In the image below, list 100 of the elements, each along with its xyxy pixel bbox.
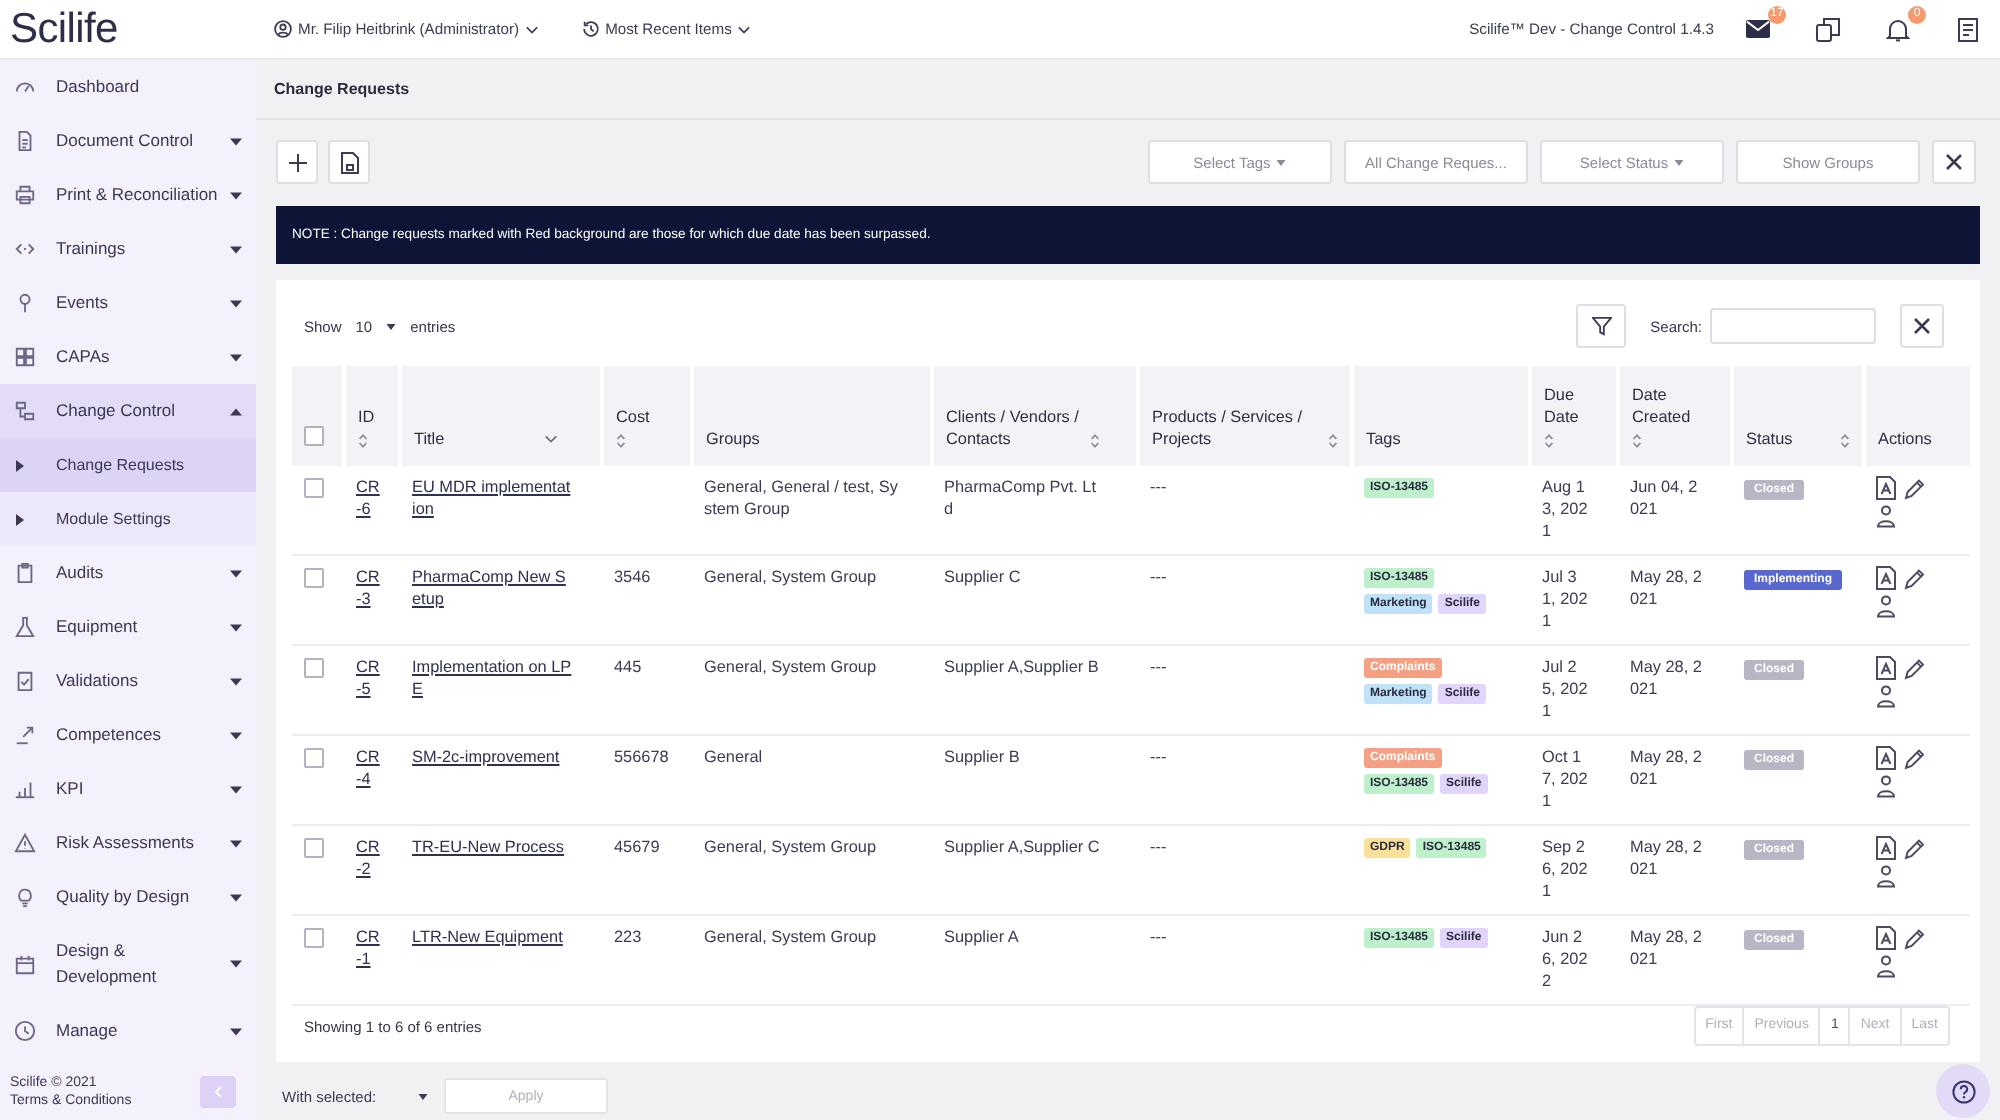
- sidebar-item[interactable]: Audits: [0, 546, 256, 600]
- document-icon[interactable]: [1876, 926, 1896, 950]
- due-date: Jul 25, 2021: [1542, 658, 1588, 720]
- sidebar-item[interactable]: Design & Development: [0, 924, 256, 1004]
- created-date: Jun 04, 2021: [1630, 478, 1698, 518]
- due-date: Oct 17, 2021: [1542, 748, 1588, 810]
- document-icon[interactable]: [1956, 17, 1980, 41]
- printer-icon: [14, 184, 36, 206]
- document-button[interactable]: [328, 140, 370, 184]
- title-link[interactable]: LTR-New Equipment: [412, 926, 572, 948]
- sidebar-item[interactable]: Manage: [0, 1004, 256, 1058]
- sidebar-item[interactable]: Risk Assessments: [0, 816, 256, 870]
- caret-down-icon: [1674, 159, 1685, 165]
- title-link[interactable]: EU MDR implementation: [412, 476, 572, 520]
- clients-value: Supplier A,Supplier C: [944, 838, 1100, 856]
- pencil-icon[interactable]: [1904, 836, 1924, 860]
- id-link[interactable]: CR-1: [356, 926, 382, 970]
- sort-icon[interactable]: [616, 432, 626, 450]
- document-icon[interactable]: [1876, 566, 1896, 590]
- sidebar-item[interactable]: Events: [0, 276, 256, 330]
- id-link[interactable]: CR-4: [356, 746, 382, 790]
- column-label: ID: [358, 406, 377, 428]
- sidebar-item[interactable]: Dashboard: [0, 60, 256, 114]
- title-link[interactable]: PharmaComp New Setup: [412, 566, 572, 610]
- caret-right-icon: [16, 459, 24, 471]
- sort-icon[interactable]: [358, 432, 368, 450]
- close-button[interactable]: [1932, 140, 1976, 184]
- pencil-icon[interactable]: [1904, 566, 1924, 590]
- mail-icon[interactable]: [1746, 20, 1770, 38]
- help-icon: [1951, 1079, 1975, 1103]
- clock-icon: [14, 1020, 36, 1042]
- groups-value: General, System Group: [704, 838, 877, 856]
- sidebar-item[interactable]: Competences: [0, 708, 256, 762]
- products-value: ---: [1150, 748, 1167, 766]
- document-icon[interactable]: [1876, 656, 1896, 680]
- sidebar-item[interactable]: Trainings: [0, 222, 256, 276]
- sort-down-icon[interactable]: [544, 434, 558, 444]
- document-icon[interactable]: [1876, 836, 1896, 860]
- bell-icon[interactable]: [1886, 17, 1910, 41]
- checkbox[interactable]: [304, 478, 324, 498]
- clear-search-button[interactable]: [1900, 304, 1944, 348]
- submenu-item[interactable]: Module Settings: [0, 492, 256, 546]
- sidebar-item[interactable]: Validations: [0, 654, 256, 708]
- checkbox[interactable]: [304, 426, 324, 446]
- document-icon[interactable]: [1876, 746, 1896, 770]
- checkbox[interactable]: [304, 838, 324, 858]
- sidebar-item[interactable]: KPI: [0, 762, 256, 816]
- person-icon[interactable]: [1876, 684, 1896, 708]
- add-button[interactable]: [276, 140, 318, 184]
- pencil-icon[interactable]: [1904, 656, 1924, 680]
- caret-down-icon: [230, 623, 242, 631]
- caret-down-icon: [230, 569, 242, 577]
- checkbox[interactable]: [304, 928, 324, 948]
- search-field[interactable]: [1710, 308, 1876, 344]
- pencil-icon[interactable]: [1904, 476, 1924, 500]
- id-link[interactable]: CR-5: [356, 656, 382, 700]
- close-icon: [1946, 154, 1962, 170]
- copy-icon[interactable]: [1816, 17, 1840, 41]
- sort-icon[interactable]: [1090, 432, 1100, 450]
- due-date: Jul 31, 2021: [1542, 568, 1588, 630]
- sort-icon[interactable]: [1544, 432, 1554, 450]
- clients-value: Supplier A: [944, 928, 1019, 946]
- sidebar-item[interactable]: Quality by Design: [0, 870, 256, 924]
- calendar-icon: [14, 953, 36, 975]
- title-link[interactable]: Implementation on LPE: [412, 656, 572, 700]
- submenu-item[interactable]: Change Requests: [0, 438, 256, 492]
- caret-down-icon: [230, 839, 242, 847]
- id-link[interactable]: CR-2: [356, 836, 382, 880]
- sidebar-item[interactable]: CAPAs: [0, 330, 256, 384]
- person-icon[interactable]: [1876, 504, 1896, 528]
- person-icon[interactable]: [1876, 774, 1896, 798]
- caret-down-icon: [230, 677, 242, 685]
- sidebar-item[interactable]: Change Control: [0, 384, 256, 438]
- sidebar-item[interactable]: Document Control: [0, 114, 256, 168]
- filter-button[interactable]: [1576, 304, 1627, 348]
- person-icon[interactable]: [1876, 864, 1896, 888]
- warning-icon: [14, 832, 36, 854]
- sort-icon[interactable]: [1328, 432, 1338, 450]
- title-link[interactable]: SM-2c-improvement: [412, 746, 572, 768]
- sidebar-item[interactable]: Equipment: [0, 600, 256, 654]
- document-icon[interactable]: [1876, 476, 1896, 500]
- cost-value: 445: [614, 658, 642, 676]
- checkbox[interactable]: [304, 748, 324, 768]
- checkbox[interactable]: [304, 568, 324, 588]
- person-icon[interactable]: [1876, 594, 1896, 618]
- sort-icon[interactable]: [1840, 432, 1850, 450]
- checkbox[interactable]: [304, 658, 324, 678]
- groups-value: General, System Group: [704, 658, 877, 676]
- sidebar-item[interactable]: Print & Reconciliation: [0, 168, 256, 222]
- person-icon[interactable]: [1876, 954, 1896, 978]
- title-link[interactable]: TR-EU-New Process: [412, 836, 572, 858]
- logo[interactable]: Scilife: [10, 5, 274, 53]
- id-link[interactable]: CR-6: [356, 476, 382, 520]
- id-link[interactable]: CR-3: [356, 566, 382, 610]
- help-button[interactable]: [1936, 1064, 1990, 1118]
- pencil-icon[interactable]: [1904, 746, 1924, 770]
- caret-down-icon: [418, 1093, 428, 1099]
- sort-icon[interactable]: [1632, 432, 1642, 450]
- pencil-icon[interactable]: [1904, 926, 1924, 950]
- caret-down-icon: [386, 323, 397, 329]
